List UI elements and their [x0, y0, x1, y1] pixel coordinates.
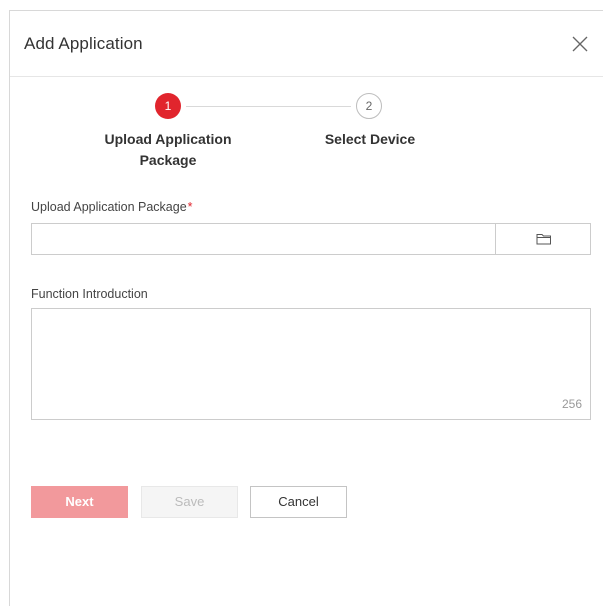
function-introduction-label: Function Introduction: [31, 287, 148, 301]
step-1-label: Upload Application Package: [104, 131, 232, 168]
upload-package-label-text: Upload Application Package: [31, 200, 187, 214]
add-application-dialog: Add Application 1 2 Upload Application P…: [9, 10, 603, 606]
browse-button[interactable]: [495, 224, 590, 254]
function-introduction-textarea[interactable]: [32, 309, 590, 419]
step-2-label: Select Device: [324, 131, 416, 147]
step-2-indicator: 2: [356, 93, 382, 119]
close-button[interactable]: [571, 35, 589, 53]
upload-package-label: Upload Application Package*: [31, 200, 193, 214]
dialog-title: Add Application: [24, 34, 143, 53]
dialog-header: Add Application: [10, 11, 603, 77]
function-introduction-field: 256: [31, 308, 591, 420]
folder-icon: [536, 234, 551, 245]
upload-package-input[interactable]: [32, 224, 495, 254]
required-mark: *: [187, 200, 193, 214]
next-button[interactable]: Next: [31, 486, 128, 518]
cancel-button[interactable]: Cancel: [250, 486, 347, 518]
step-connector: [186, 106, 351, 107]
close-icon: [572, 36, 588, 52]
char-count: 256: [561, 397, 582, 411]
step-1-indicator: 1: [155, 93, 181, 119]
upload-package-field: [31, 223, 591, 255]
save-button[interactable]: Save: [141, 486, 238, 518]
